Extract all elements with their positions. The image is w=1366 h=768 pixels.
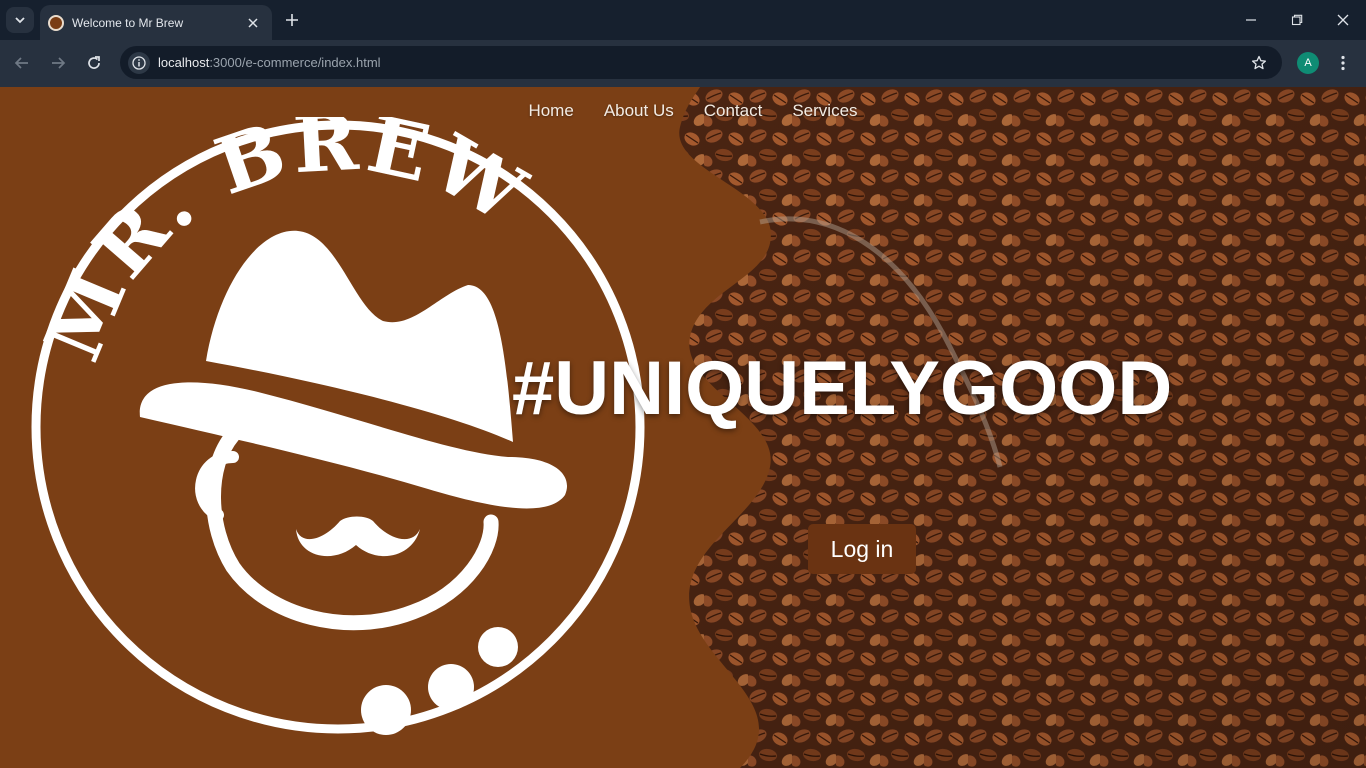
minimize-icon (1246, 19, 1256, 21)
minimize-button[interactable] (1228, 0, 1274, 40)
nav-services-link[interactable]: Services (792, 101, 857, 121)
url-text: localhost:3000/e-commerce/index.html (158, 55, 1248, 70)
plus-icon (286, 14, 298, 26)
nav-contact-link[interactable]: Contact (704, 101, 763, 121)
browser-menu-button[interactable] (1332, 52, 1354, 74)
close-window-button[interactable] (1320, 0, 1366, 40)
login-button[interactable]: Log in (808, 524, 916, 574)
close-icon (1337, 14, 1349, 26)
address-bar[interactable]: localhost:3000/e-commerce/index.html (120, 46, 1282, 79)
reload-icon (88, 56, 100, 69)
window-controls (1228, 0, 1366, 40)
restore-button[interactable] (1274, 0, 1320, 40)
tab-title: Welcome to Mr Brew (72, 15, 184, 30)
restore-icon (1291, 14, 1303, 26)
page-viewport: Home About Us Contact Services MR. BREW … (0, 87, 1366, 768)
arrow-left-icon (14, 57, 28, 69)
back-button[interactable] (8, 49, 36, 77)
arrow-right-icon (52, 57, 66, 69)
info-icon (132, 55, 146, 70)
hero-headline: #UNIQUELYGOOD (512, 346, 1173, 431)
forward-button[interactable] (44, 49, 72, 77)
browser-tabstrip: Welcome to Mr Brew (0, 0, 1366, 40)
mr-brew-favicon-icon (48, 14, 64, 31)
tab-close-button[interactable] (244, 14, 262, 32)
url-path: :3000/e-commerce/index.html (209, 55, 381, 70)
chevron-down-icon (15, 17, 25, 24)
url-host: localhost (158, 55, 210, 70)
more-vertical-icon (1341, 55, 1345, 71)
bookmark-button[interactable] (1248, 52, 1270, 74)
reload-button[interactable] (80, 49, 108, 77)
browser-tab-active[interactable]: Welcome to Mr Brew (40, 5, 272, 40)
new-tab-button[interactable] (280, 8, 304, 32)
tab-search-button[interactable] (6, 7, 34, 33)
browser-toolbar: localhost:3000/e-commerce/index.html A (0, 40, 1366, 87)
mustache (296, 516, 420, 557)
site-info-button[interactable] (128, 51, 150, 74)
star-icon (1251, 55, 1267, 69)
close-icon (248, 17, 258, 28)
profile-avatar[interactable]: A (1297, 52, 1319, 74)
